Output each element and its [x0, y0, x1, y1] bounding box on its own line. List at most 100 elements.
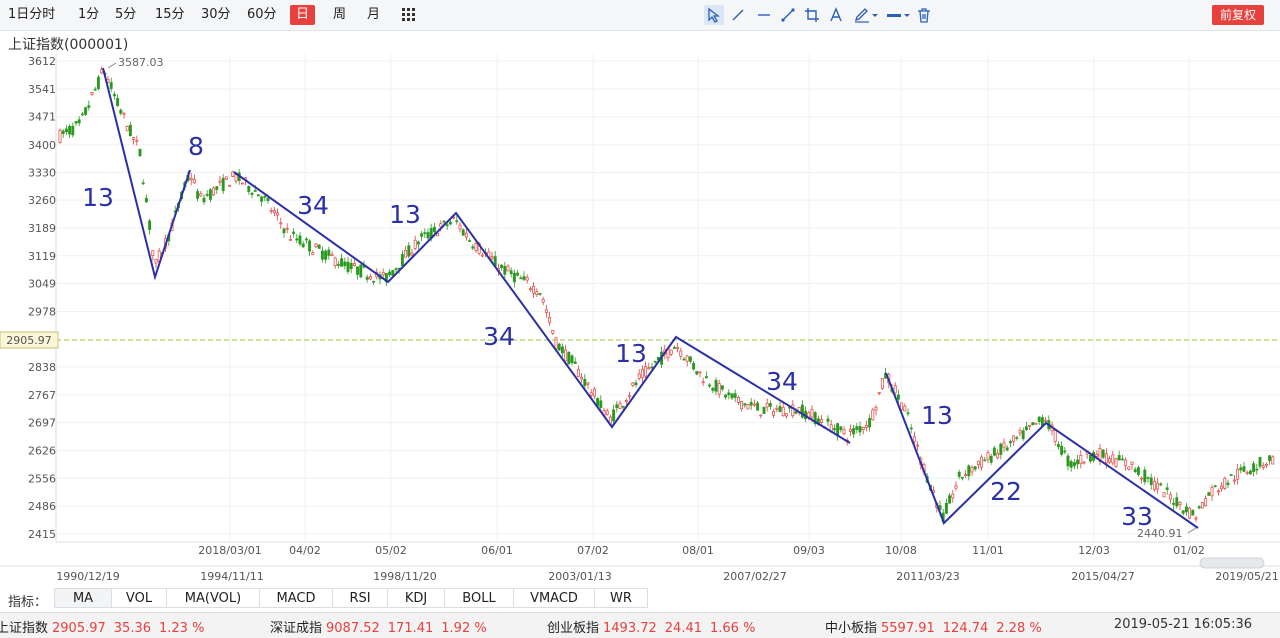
candle-body — [768, 403, 772, 407]
indicator-tab-ma[interactable]: MA — [54, 588, 112, 608]
candle-body — [682, 358, 686, 361]
candle-body — [202, 197, 206, 203]
candle-body — [1140, 477, 1144, 480]
candle-body — [695, 371, 699, 375]
candle-body — [1008, 441, 1012, 444]
outer-date-tick-label: 1990/12/19 — [56, 570, 119, 583]
status-item-sme-board[interactable]: 中小板指 5597.91 124.74 2.28 % — [825, 617, 1042, 636]
candle-body — [592, 388, 596, 397]
segment-icon[interactable] — [778, 5, 798, 25]
indicator-tab-wr[interactable]: WR — [594, 588, 648, 608]
indicator-tab-vmacd[interactable]: VMACD — [513, 588, 595, 608]
candle-body — [1178, 502, 1182, 505]
date-tick-label: 04/02 — [289, 544, 321, 557]
current-price-label: 2905.97 — [6, 334, 52, 347]
outer-date-tick-label: 1994/11/11 — [200, 570, 263, 583]
indicator-tab-ma-vol[interactable]: MA(VOL) — [166, 588, 260, 608]
candle-body — [624, 400, 628, 403]
candle-body — [1053, 430, 1057, 442]
candle-body — [720, 385, 724, 390]
candle-body — [605, 410, 609, 415]
candle-body — [212, 187, 216, 196]
candle-body — [1079, 455, 1083, 464]
candle-body — [842, 429, 846, 435]
candle-body — [215, 186, 219, 191]
candle-body — [960, 476, 964, 479]
candle-body — [778, 406, 782, 413]
candle-body — [1108, 458, 1112, 463]
indicator-tab-boll[interactable]: BOLL — [444, 588, 514, 608]
candle-body — [1268, 455, 1272, 461]
candle-body — [647, 367, 651, 370]
trash-icon[interactable] — [914, 5, 934, 25]
market-status-bar: 上证指数 2905.97 35.36 1.23 % 深证成指 9087.52 171.41… — [0, 612, 1280, 638]
candle-body — [1133, 469, 1137, 472]
tab-timeframe-1min[interactable]: 1分 — [78, 5, 99, 25]
tab-timeframe-5min[interactable]: 5分 — [115, 5, 136, 25]
candle-body — [135, 140, 139, 142]
candle-body — [1012, 435, 1016, 442]
price-tick-label: 3471 — [28, 111, 56, 124]
candlestick-chart[interactable]: 2905.973587.032440.91 361235413471340033… — [0, 52, 1280, 586]
candle-body — [912, 436, 916, 442]
candle-body — [583, 378, 587, 386]
candle-body — [1021, 430, 1025, 440]
candle-body — [525, 277, 529, 281]
line-style-icon[interactable] — [884, 5, 912, 25]
indicator-tab-macd[interactable]: MACD — [259, 588, 333, 608]
candle-body — [535, 291, 539, 296]
candle-body — [1188, 507, 1192, 519]
grid-icon[interactable] — [402, 7, 416, 21]
wave-count-label: 8 — [188, 132, 204, 161]
tab-timeframe-15min[interactable]: 15分 — [155, 5, 185, 25]
candle-body — [1015, 437, 1019, 439]
horizontal-line-icon[interactable] — [754, 5, 774, 25]
candle-body — [352, 262, 356, 267]
status-item-sh-index[interactable]: 上证指数 2905.97 35.36 1.23 % — [0, 617, 204, 636]
candle-body — [132, 137, 136, 140]
indicator-tab-rsi[interactable]: RSI — [332, 588, 388, 608]
cursor-icon[interactable] — [704, 5, 724, 25]
price-tick-label: 3189 — [28, 222, 56, 235]
wave-annotations[interactable]: 13 8 34 13 34 13 34 13 22 33 — [82, 67, 1199, 531]
candle-body — [672, 347, 676, 349]
candle-body — [749, 402, 753, 406]
candle-body — [893, 385, 897, 394]
crop-icon[interactable] — [802, 5, 822, 25]
candle-body — [480, 254, 484, 257]
tab-timeframe-day[interactable]: 日 — [290, 5, 316, 25]
candle-body — [880, 378, 884, 389]
price-adjust-button[interactable]: 前复权 — [1212, 5, 1264, 25]
candle-body — [794, 411, 798, 414]
candle-body — [301, 243, 305, 248]
candle-body — [541, 299, 545, 303]
candle-body — [128, 124, 132, 137]
candle-body — [996, 452, 1000, 459]
tab-timeframe-1day-intraday[interactable]: 1日分时 — [8, 5, 55, 25]
chart-axes: 3612 3541 3471 3400 3330 3260 3189 3119 3049 2978… — [28, 55, 1279, 583]
outer-date-tick-label: 2011/03/23 — [896, 570, 959, 583]
text-icon[interactable] — [826, 5, 846, 25]
candle-body — [58, 129, 62, 143]
candle-body — [256, 194, 260, 197]
price-tick-label: 3049 — [28, 277, 56, 290]
pen-icon[interactable] — [852, 5, 880, 25]
candle-body — [295, 238, 299, 241]
candle-body — [714, 379, 718, 392]
candle-body — [234, 174, 238, 182]
candle-body — [1127, 466, 1131, 470]
wave-count-label: 22 — [990, 477, 1022, 506]
tab-timeframe-month[interactable]: 月 — [367, 5, 380, 25]
line-icon[interactable] — [728, 5, 748, 25]
tab-timeframe-60min[interactable]: 60分 — [247, 5, 277, 25]
candle-body — [852, 428, 856, 435]
indicator-tab-vol[interactable]: VOL — [111, 588, 167, 608]
status-item-chinext[interactable]: 创业板指 1493.72 24.41 1.66 % — [547, 617, 755, 636]
status-item-sz-component[interactable]: 深证成指 9087.52 171.41 1.92 % — [270, 617, 487, 636]
candle-body — [1063, 450, 1067, 453]
tab-timeframe-week[interactable]: 周 — [333, 5, 346, 25]
indicator-tab-kdj[interactable]: KDJ — [387, 588, 445, 608]
candle-body — [388, 271, 392, 276]
candle-body — [916, 444, 920, 447]
tab-timeframe-30min[interactable]: 30分 — [201, 5, 231, 25]
